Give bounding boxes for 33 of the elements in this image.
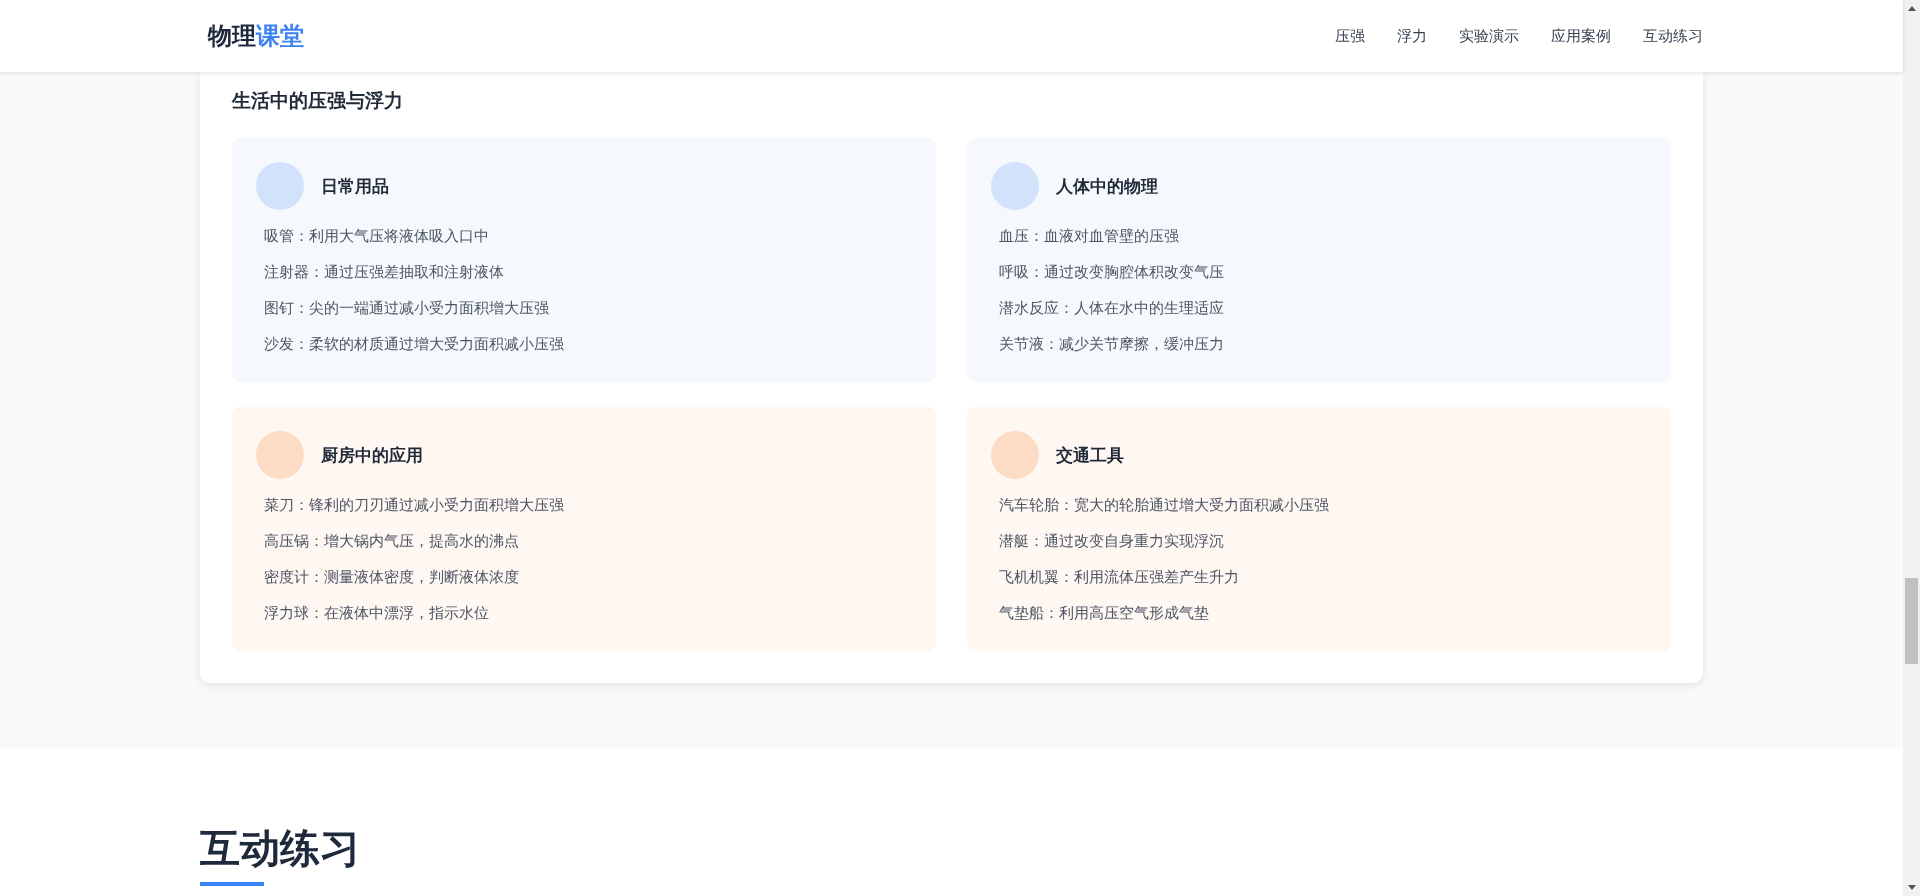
list-item: 浮力球：在液体中漂浮，指示水位	[264, 603, 490, 624]
list-item: 潜艇：通过改变自身重力实现浮沉	[999, 531, 1225, 552]
card-title: 日常用品	[321, 174, 389, 198]
list-item: 气垫船：利用高压空气形成气垫	[999, 603, 1210, 624]
list-item: 呼吸：通过改变胸腔体积改变气压	[999, 262, 1225, 283]
card-title: 人体中的物理	[1056, 174, 1158, 198]
scrollbar[interactable]	[1903, 0, 1920, 896]
heading-underline	[200, 882, 264, 886]
scroll-thumb[interactable]	[1905, 578, 1918, 664]
list-item: 汽车轮胎：宽大的轮胎通过增大受力面积减小压强	[999, 495, 1330, 516]
list-item: 吸管：利用大气压将液体吸入口中	[264, 226, 490, 247]
section-heading: 互动练习	[200, 824, 361, 873]
nav-link[interactable]: 实验演示	[1459, 26, 1519, 46]
site-logo[interactable]: 物理课堂	[208, 20, 304, 52]
list-item: 血压：血液对血管壁的压强	[999, 226, 1180, 247]
list-item: 菜刀：锋利的刀刃通过减小受力面积增大压强	[264, 495, 565, 516]
list-item: 飞机机翼：利用流体压强差产生升力	[999, 567, 1240, 588]
nav-link[interactable]: 应用案例	[1551, 26, 1611, 46]
list-item: 高压锅：增大锅内气压，提高水的沸点	[264, 531, 520, 552]
nav-link[interactable]: 浮力	[1397, 26, 1427, 46]
card-title: 交通工具	[1056, 443, 1124, 467]
list-item: 图钉：尖的一端通过减小受力面积增大压强	[264, 298, 550, 319]
scroll-up-icon[interactable]	[1907, 6, 1916, 11]
list-item: 关节液：减少关节摩擦，缓冲压力	[999, 334, 1225, 355]
nav-link[interactable]: 互动练习	[1643, 26, 1703, 46]
nav-link[interactable]: 压强	[1335, 26, 1365, 46]
list-item: 密度计：测量液体密度，判断液体浓度	[264, 567, 520, 588]
list-item: 潜水反应：人体在水中的生理适应	[999, 298, 1225, 319]
scroll-down-icon[interactable]	[1907, 885, 1916, 890]
card-title: 厨房中的应用	[321, 443, 423, 467]
list-item: 沙发：柔软的材质通过增大受力面积减小压强	[264, 334, 565, 355]
section-title: 生活中的压强与浮力	[232, 88, 404, 113]
list-item: 注射器：通过压强差抽取和注射液体	[264, 262, 505, 283]
